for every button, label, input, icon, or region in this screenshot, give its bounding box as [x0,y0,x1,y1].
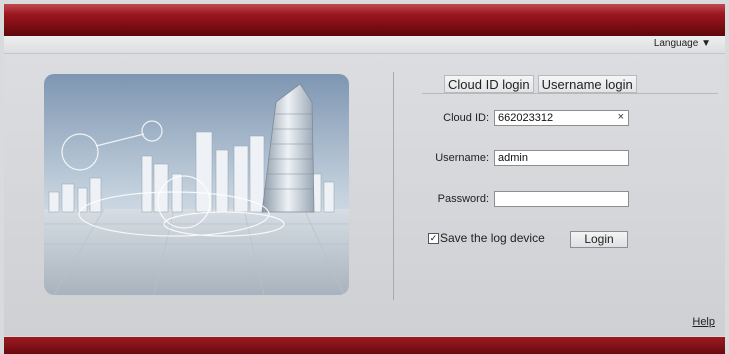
login-tabs: Cloud ID login Username login [444,75,637,93]
login-button[interactable]: Login [570,231,628,248]
cloud-id-label: Cloud ID: [443,112,489,124]
checkbox-checked-icon[interactable]: ✓ [428,232,439,244]
tab-underline [422,93,718,94]
language-label: Language [653,38,699,49]
language-selector[interactable]: Language ▼ [654,38,711,49]
city-skyline-image [44,74,349,295]
username-field[interactable]: admin [494,150,629,166]
username-value: admin [498,152,528,164]
password-label: Password: [437,193,489,205]
save-device-label: Save the log device [440,231,545,245]
top-banner [4,4,725,36]
caret-down-icon: ▼ [701,38,711,49]
save-device-option[interactable]: ✓ Save the log device [428,231,545,245]
close-icon[interactable]: × [618,111,624,123]
username-label: Username: [435,152,489,164]
divider [393,72,394,300]
login-panel: Cloud ID login Username login Cloud ID: … [4,54,725,336]
language-bar: Language ▼ [4,36,725,54]
help-link[interactable]: Help [692,316,715,328]
bottom-banner [4,337,725,354]
city-illustration [44,74,349,295]
tab-cloud-id-login[interactable]: Cloud ID login [444,75,534,93]
tab-username-login[interactable]: Username login [537,75,637,93]
password-field[interactable] [494,191,629,207]
cloud-id-field[interactable]: 662023312 × [494,110,629,126]
cloud-id-value: 662023312 [498,112,554,124]
banner-highlight [4,4,725,14]
